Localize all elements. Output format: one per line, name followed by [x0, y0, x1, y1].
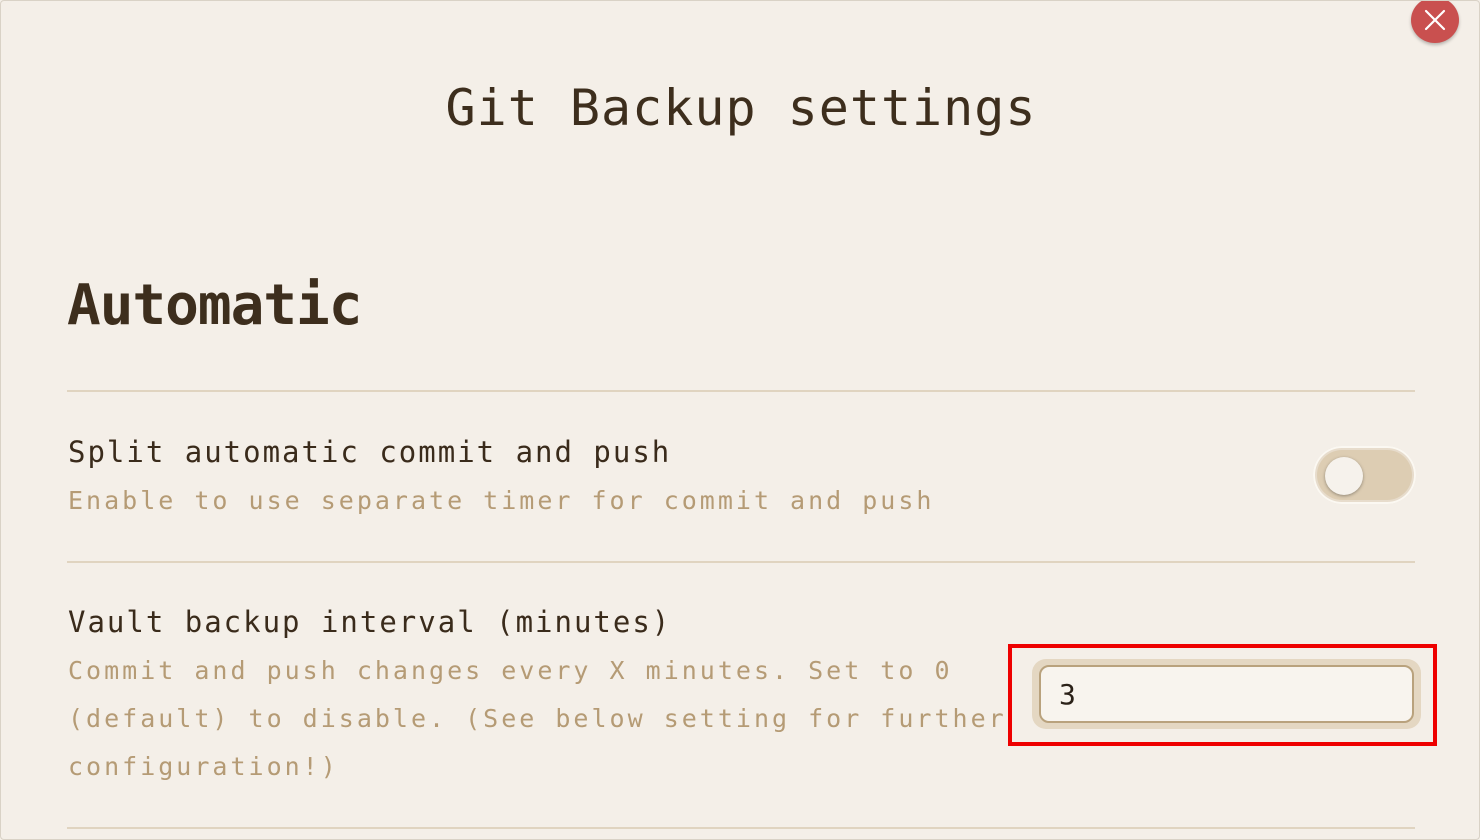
toggle-knob — [1325, 457, 1363, 495]
setting-split-commit-push-description: Enable to use separate timer for commit … — [68, 486, 935, 515]
backup-interval-input-wrapper — [1032, 659, 1421, 729]
toggle-track — [1317, 450, 1412, 500]
setting-backup-interval-name: Vault backup interval (minutes) — [68, 605, 672, 639]
split-commit-push-toggle[interactable] — [1313, 446, 1416, 504]
divider — [67, 561, 1415, 563]
close-button[interactable] — [1411, 1, 1459, 43]
setting-backup-interval-description-line-3: configuration!) — [68, 752, 339, 781]
modal-title: Git Backup settings — [445, 79, 1037, 137]
setting-backup-interval-description-line-2: (default) to disable. (See below setting… — [68, 704, 1007, 733]
setting-backup-interval-description-line-1: Commit and push changes every X minutes.… — [68, 656, 953, 685]
divider — [67, 390, 1415, 392]
section-heading-automatic: Automatic — [67, 273, 362, 338]
close-icon — [1424, 9, 1446, 31]
divider — [67, 827, 1415, 829]
backup-interval-input[interactable] — [1039, 665, 1414, 723]
settings-modal: Git Backup settings Automatic Split auto… — [0, 0, 1480, 840]
setting-split-commit-push-name: Split automatic commit and push — [68, 435, 672, 469]
